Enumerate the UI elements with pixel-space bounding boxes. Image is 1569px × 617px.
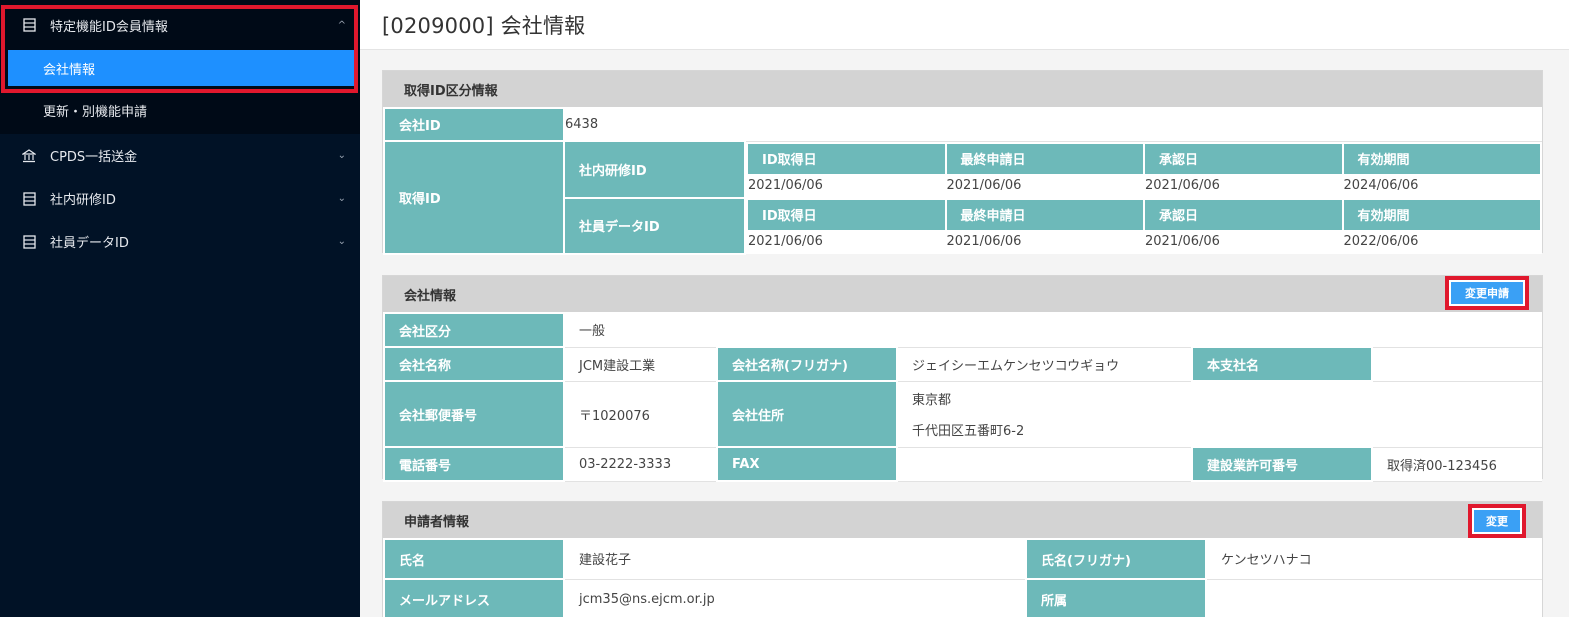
col-header: 承認日 <box>1143 141 1344 177</box>
dept-label: 所属 <box>1025 578 1207 617</box>
company-info-table: 会社区分 一般 会社名称 JCM建設工業 会社名称(フリガナ) ジェイシーエムケ… <box>383 312 1542 482</box>
zip-value: 〒1020076 <box>564 381 717 448</box>
applicant-name-value: 建設花子 <box>564 539 1026 580</box>
cell: 2024/06/06 <box>1341 174 1542 198</box>
company-id-label: 会社ID <box>383 107 565 142</box>
panel-title: 会社情報 <box>404 288 457 304</box>
cell: 2022/06/06 <box>1341 230 1542 254</box>
chevron-down-icon: ⌄ <box>337 236 346 247</box>
list-icon <box>22 234 36 249</box>
id-info-table: 会社ID 6438 取得ID 社内研修ID ID取得日 最終申請日 承認日 有効… <box>383 107 1542 255</box>
chevron-down-icon: ⌄ <box>337 193 346 204</box>
sidebar-item-employee-data-id[interactable]: 社員データID ⌄ <box>0 220 360 263</box>
cell: 2021/06/06 <box>944 174 1145 198</box>
dept-value <box>1206 579 1542 617</box>
id-info-panel: 取得ID区分情報 会社ID 6438 取得ID 社内研修ID ID取得日 最終申… <box>382 70 1543 255</box>
col-header: 最終申請日 <box>944 141 1145 177</box>
change-button[interactable]: 変更 <box>1468 504 1526 538</box>
branch-value <box>1372 347 1542 382</box>
address-line1: 東京都 <box>912 393 952 408</box>
company-kana-label: 会社名称(フリガナ) <box>716 346 898 382</box>
address-line2: 千代田区五番町6-2 <box>912 424 1025 439</box>
license-value: 取得済00-123456 <box>1372 447 1542 482</box>
address-label: 会社住所 <box>716 380 898 448</box>
change-request-button[interactable]: 変更申請 <box>1445 276 1529 310</box>
sidebar-item-label: CPDS一括送金 <box>50 150 138 165</box>
panel-title: 取得ID区分情報 <box>383 71 1542 107</box>
applicant-kana-label: 氏名(フリガナ) <box>1025 538 1207 580</box>
col-header: ID取得日 <box>746 141 947 177</box>
panel-title: 申請者情報 <box>404 514 470 530</box>
company-name-label: 会社名称 <box>383 346 565 382</box>
applicant-name-label: 氏名 <box>383 538 565 580</box>
sidebar-item-label: 社内研修ID <box>50 193 116 208</box>
cell: 2021/06/06 <box>1143 230 1344 254</box>
email-label: メールアドレス <box>383 578 565 617</box>
fax-value <box>897 447 1192 482</box>
cell: 2021/06/06 <box>746 230 947 254</box>
license-label: 建設業許可番号 <box>1191 446 1373 482</box>
col-header: ID取得日 <box>746 197 947 233</box>
sidebar-item-cpds[interactable]: CPDS一括送金 ⌄ <box>0 134 360 177</box>
sidebar-subitem-company-info[interactable]: 会社情報 <box>8 50 354 86</box>
panel-header: 会社情報 変更申請 <box>383 276 1542 312</box>
chevron-up-icon: ^ <box>337 19 346 31</box>
col-header: 有効期間 <box>1341 141 1542 177</box>
applicant-info-table: 氏名 建設花子 氏名(フリガナ) ケンセツハナコ メールアドレス jcm35@n… <box>383 538 1542 617</box>
tel-label: 電話番号 <box>383 446 565 482</box>
fax-label: FAX <box>716 446 898 482</box>
applicant-info-panel: 申請者情報 変更 氏名 建設花子 氏名(フリガナ) ケンセツハナコ メールアドレ… <box>382 501 1543 617</box>
sidebar-item-label: 特定機能ID会員情報 <box>50 19 168 35</box>
sidebar-item-training-id[interactable]: 社内研修ID ⌄ <box>0 177 360 220</box>
panel-header: 申請者情報 変更 <box>383 502 1542 538</box>
id-row-detail: ID取得日 最終申請日 承認日 有効期間 2021/06/06 2021/06/… <box>745 197 1542 254</box>
main-content: [0209000] 会社情報 取得ID区分情報 会社ID 6438 取得ID 社… <box>360 0 1569 617</box>
address-value: 東京都 千代田区五番町6-2 <box>897 381 1542 448</box>
id-row-name: 社内研修ID <box>563 140 746 199</box>
page-header: [0209000] 会社情報 <box>360 0 1569 50</box>
branch-label: 本支社名 <box>1191 346 1373 382</box>
list-icon <box>22 18 36 32</box>
cell: 2021/06/06 <box>746 174 947 198</box>
cell: 2021/06/06 <box>944 230 1145 254</box>
applicant-kana-value: ケンセツハナコ <box>1206 539 1542 580</box>
company-type-label: 会社区分 <box>383 312 565 348</box>
company-id-value: 6438 <box>564 108 1542 142</box>
scrollbar[interactable] <box>1543 50 1569 617</box>
col-header: 最終申請日 <box>944 197 1145 233</box>
page-title: [0209000] 会社情報 <box>382 13 586 38</box>
tel-value: 03-2222-3333 <box>564 447 717 482</box>
col-header: 有効期間 <box>1341 197 1542 233</box>
zip-label: 会社郵便番号 <box>383 380 565 448</box>
company-kana-value: ジェイシーエムケンセツコウギョウ <box>897 347 1192 382</box>
cell: 2021/06/06 <box>1143 174 1344 198</box>
id-row-detail: ID取得日 最終申請日 承認日 有効期間 2021/06/06 2021/06/… <box>745 141 1542 198</box>
company-type-value: 一般 <box>564 313 1542 348</box>
email-value: jcm35@ns.ejcm.or.jp <box>564 579 1026 617</box>
id-row-name: 社員データID <box>563 196 746 255</box>
acq-id-label: 取得ID <box>383 140 565 255</box>
bank-icon <box>22 148 36 163</box>
sidebar-group-open: 特定機能ID会員情報 ^ 会社情報 更新・別機能申請 <box>0 0 360 134</box>
sidebar-subitem-renewal[interactable]: 更新・別機能申請 <box>0 86 360 134</box>
company-name-value: JCM建設工業 <box>564 347 717 382</box>
list-icon <box>22 191 36 206</box>
chevron-down-icon: ⌄ <box>337 150 346 161</box>
sidebar-item-member-info[interactable]: 特定機能ID会員情報 ^ <box>0 0 360 50</box>
col-header: 承認日 <box>1143 197 1344 233</box>
sidebar: 特定機能ID会員情報 ^ 会社情報 更新・別機能申請 CPDS一括送金 ⌄ 社内… <box>0 0 360 617</box>
company-info-panel: 会社情報 変更申請 会社区分 一般 会社名称 JCM建設工業 会社名称(フリガナ… <box>382 275 1543 482</box>
sidebar-item-label: 社員データID <box>50 236 129 251</box>
